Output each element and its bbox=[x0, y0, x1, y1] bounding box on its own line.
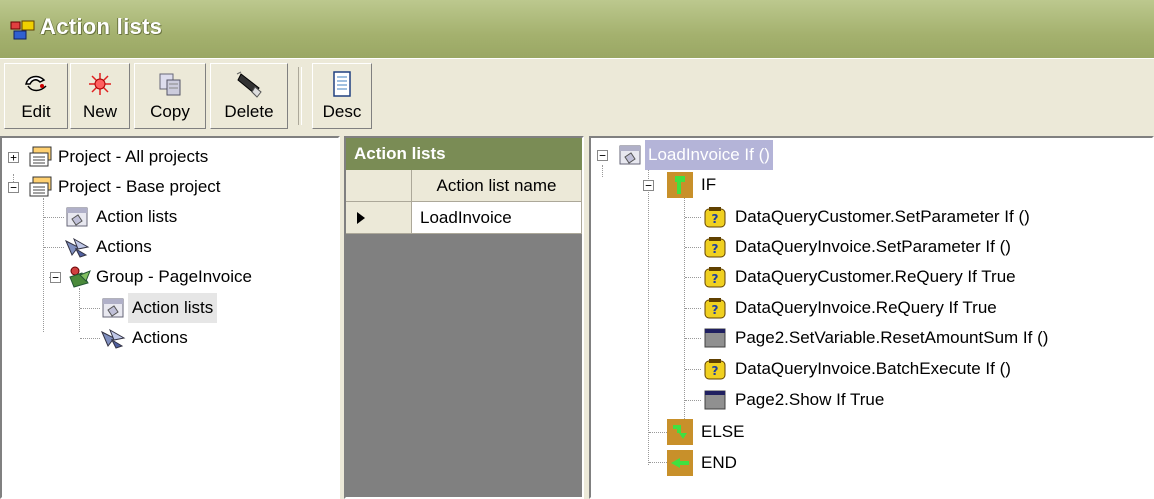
current-row-arrow-icon bbox=[357, 212, 365, 224]
eraser-icon bbox=[236, 71, 262, 98]
action-tree[interactable]: − LoadInvoice If () − IF ? DataQueryCust… bbox=[589, 136, 1154, 499]
table-row[interactable]: LoadInvoice bbox=[412, 202, 582, 234]
svg-text:?: ? bbox=[712, 212, 719, 226]
desc-label: Desc bbox=[322, 102, 362, 121]
delete-button[interactable]: Delete bbox=[210, 63, 288, 129]
grid-body: Action list name LoadInvoice bbox=[346, 170, 582, 234]
actions-icon bbox=[65, 237, 90, 258]
tree-item-label: Action lists bbox=[96, 207, 178, 226]
column-header-action-list-name[interactable]: Action list name bbox=[412, 170, 582, 202]
end-icon bbox=[667, 450, 693, 476]
edit-icon bbox=[25, 75, 47, 92]
svg-text:?: ? bbox=[712, 364, 719, 378]
desc-button[interactable]: Desc bbox=[312, 63, 372, 129]
svg-text:?: ? bbox=[712, 272, 719, 286]
project-tree[interactable]: + Project - All projects − Project - Bas… bbox=[0, 136, 340, 499]
row-header-corner bbox=[346, 170, 412, 202]
edit-button[interactable]: Edit bbox=[4, 63, 68, 129]
splitter-right[interactable] bbox=[584, 136, 588, 499]
action-list-icon bbox=[102, 298, 124, 318]
tree-node-label: DataQueryCustomer.ReQuery If True bbox=[735, 267, 1016, 286]
window-title: Action lists bbox=[40, 14, 163, 39]
tree-item-label: Group - PageInvoice bbox=[96, 267, 252, 286]
tree-node-label: IF bbox=[701, 175, 717, 194]
data-query-icon: ? bbox=[704, 207, 726, 228]
tree-node-label: Page2.SetVariable.ResetAmountSum If () bbox=[735, 328, 1049, 347]
project-icon bbox=[29, 176, 52, 197]
svg-text:?: ? bbox=[712, 242, 719, 256]
tree-node-label: DataQueryInvoice.SetParameter If () bbox=[735, 237, 1011, 256]
row-selector[interactable] bbox=[346, 202, 412, 234]
actions-icon bbox=[101, 328, 126, 349]
collapse-icon[interactable]: − bbox=[643, 180, 654, 191]
tree-node-label: DataQueryCustomer.SetParameter If () bbox=[735, 207, 1030, 226]
copy-icon bbox=[159, 73, 181, 96]
grid-caption: Action lists bbox=[346, 138, 582, 170]
new-icon bbox=[89, 73, 111, 95]
toolbar-separator bbox=[298, 67, 302, 125]
tree-item-label: Project - Base project bbox=[58, 177, 221, 196]
page-icon bbox=[704, 390, 726, 410]
collapse-icon[interactable]: − bbox=[597, 150, 608, 161]
new-button[interactable]: New bbox=[70, 63, 130, 129]
action-list-icon bbox=[66, 207, 88, 227]
tree-item-label: Actions bbox=[96, 237, 152, 256]
app-icon bbox=[10, 20, 35, 40]
tree-node-label: LoadInvoice If () bbox=[645, 140, 773, 170]
data-query-icon: ? bbox=[704, 298, 726, 319]
data-query-icon: ? bbox=[704, 359, 726, 380]
if-icon bbox=[667, 172, 693, 198]
svg-text:?: ? bbox=[712, 303, 719, 317]
tree-node-label: DataQueryInvoice.ReQuery If True bbox=[735, 298, 997, 317]
tree-node-label: END bbox=[701, 453, 737, 472]
project-icon bbox=[29, 146, 52, 167]
description-icon bbox=[333, 71, 351, 97]
new-label: New bbox=[82, 102, 117, 121]
tree-item-label: Project - All projects bbox=[58, 147, 209, 166]
tree-node-label: Page2.Show If True bbox=[735, 390, 885, 409]
data-query-icon: ? bbox=[704, 237, 726, 258]
data-query-icon: ? bbox=[704, 267, 726, 288]
delete-label: Delete bbox=[224, 102, 274, 121]
title-bar: Action lists bbox=[0, 0, 1154, 58]
else-icon bbox=[667, 419, 693, 445]
collapse-icon[interactable]: − bbox=[50, 272, 61, 283]
action-lists-grid[interactable]: Action lists Action list name LoadInvoic… bbox=[344, 136, 584, 499]
tree-item-label: Action lists bbox=[128, 293, 218, 323]
tree-node-label: DataQueryInvoice.BatchExecute If () bbox=[735, 359, 1011, 378]
action-list-icon bbox=[619, 145, 641, 165]
edit-label: Edit bbox=[21, 102, 51, 121]
tree-item-label: Actions bbox=[132, 328, 188, 347]
tree-node-label: ELSE bbox=[701, 422, 745, 441]
group-icon bbox=[69, 266, 91, 288]
toolbar: Edit New Copy Delete Desc bbox=[0, 58, 1154, 135]
copy-button[interactable]: Copy bbox=[134, 63, 206, 129]
page-icon bbox=[704, 328, 726, 348]
expand-icon[interactable]: + bbox=[8, 152, 19, 163]
collapse-icon[interactable]: − bbox=[8, 182, 19, 193]
copy-label: Copy bbox=[150, 102, 190, 121]
